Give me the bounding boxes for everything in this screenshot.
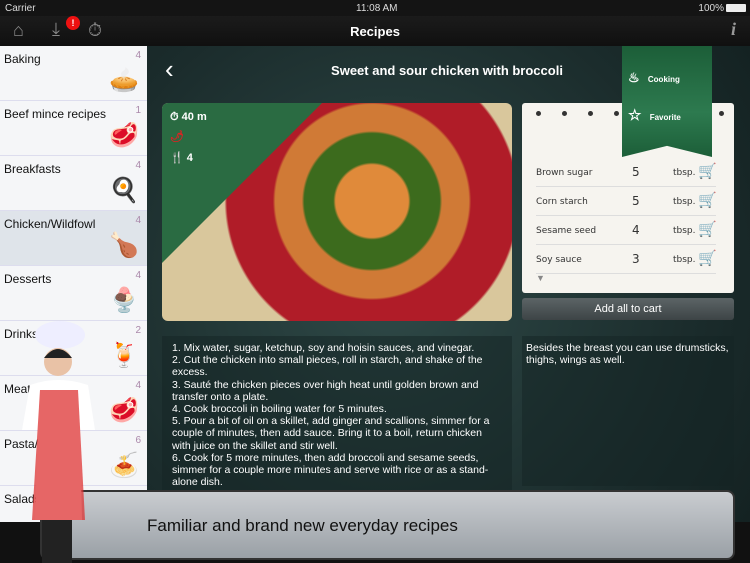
- info-overlay: [162, 103, 322, 263]
- ingredient-qty: 5: [632, 165, 640, 179]
- expand-arrow-icon[interactable]: ▼: [536, 273, 545, 283]
- recipe-step: 2. Cut the chicken into small pieces, ro…: [172, 354, 483, 379]
- ingredient-name: Soy sauce: [536, 255, 582, 265]
- category-image-icon: 🍗: [109, 232, 139, 259]
- ribbon-menu: ♨ Cooking ☆ Favorite: [622, 46, 712, 157]
- promo-banner: Familiar and brand new everyday recipes: [40, 490, 735, 560]
- info-icon[interactable]: i: [731, 19, 736, 40]
- carrier: Carrier: [5, 3, 36, 14]
- category-name: Breakfasts: [4, 162, 61, 176]
- favorite-label: Favorite: [649, 113, 681, 122]
- cart-icon[interactable]: 🛒: [698, 162, 717, 180]
- cutlery-icon: 🍴: [170, 152, 184, 164]
- recipe-photo: ⏱ 40 m 🌶 🍴 4: [162, 103, 512, 321]
- category-count: 4: [135, 215, 141, 226]
- category-image-icon: 🥧: [109, 67, 139, 94]
- ingredient-row: Sesame seed 4 tbsp. 🛒: [536, 216, 717, 245]
- ingredient-unit: tbsp.: [673, 226, 696, 236]
- cook-time: 40 m: [181, 111, 207, 123]
- recipe-step: 6. Cook for 5 more minutes, then add bro…: [172, 451, 489, 489]
- pot-icon: ♨: [628, 70, 640, 85]
- category-count: 4: [135, 380, 141, 391]
- back-button[interactable]: ‹: [165, 54, 174, 85]
- ingredient-unit: tbsp.: [673, 197, 696, 207]
- ingredient-name: Corn starch: [536, 197, 588, 207]
- cart-icon[interactable]: 🛒: [698, 249, 717, 267]
- recipe-step: 3. Sauté the chicken pieces over high he…: [172, 378, 479, 403]
- status-bar: Carrier 11:08 AM 100%: [0, 0, 750, 16]
- category-count: 2: [135, 325, 141, 336]
- chef-illustration: [22, 321, 95, 563]
- category-item[interactable]: Breakfasts 4 🍳: [0, 156, 147, 211]
- battery-icon: [726, 4, 746, 12]
- category-count: 1: [135, 105, 141, 116]
- add-all-to-cart-button[interactable]: Add all to cart: [522, 298, 734, 320]
- recipe-steps: 1. Mix water, sugar, ketchup, soy and ho…: [162, 336, 512, 496]
- ingredient-row: Brown sugar 5 tbsp. 🛒: [536, 158, 717, 187]
- category-name: Chicken/Wildfowl: [4, 217, 96, 231]
- servings: 4: [186, 152, 193, 164]
- ingredient-qty: 5: [632, 194, 640, 208]
- cooking-button[interactable]: ♨ Cooking: [628, 70, 680, 86]
- category-item[interactable]: Desserts 4 🍨: [0, 266, 147, 321]
- category-item[interactable]: Beef mince recipes 1 🥩: [0, 101, 147, 156]
- ingredient-qty: 3: [632, 252, 640, 266]
- ingredient-unit: tbsp.: [673, 168, 696, 178]
- ingredient-row: Corn starch 5 tbsp. 🛒: [536, 187, 717, 216]
- ingredient-name: Brown sugar: [536, 168, 593, 178]
- category-count: 4: [135, 270, 141, 281]
- recipe-title: Sweet and sour chicken with broccoli: [331, 63, 563, 78]
- ingredient-qty: 4: [632, 223, 640, 237]
- category-count: 6: [135, 435, 141, 446]
- category-name: Baking: [4, 52, 41, 66]
- cooking-label: Cooking: [647, 75, 680, 84]
- cart-icon[interactable]: 🛒: [698, 220, 717, 238]
- category-image-icon: 🍨: [109, 287, 139, 314]
- page-title: Recipes: [350, 24, 400, 39]
- category-image-icon: 🍳: [109, 177, 139, 204]
- category-image-icon: 🥩: [109, 122, 139, 149]
- timer-icon: ⏱: [170, 111, 179, 123]
- category-name: Beef mince recipes: [4, 107, 107, 121]
- category-count: 4: [135, 50, 141, 61]
- recipe-detail: ‹ Sweet and sour chicken with broccoli ⏱…: [147, 46, 750, 522]
- category-item[interactable]: Chicken/Wildfowl 4 🍗: [0, 211, 147, 266]
- recipe-note: Besides the breast you can use drumstick…: [522, 336, 734, 486]
- nav-bar: ⌂ ⤓ ! ⏱ Recipes i: [0, 16, 750, 46]
- ingredient-name: Sesame seed: [536, 226, 597, 236]
- spicy-icon: 🌶: [170, 131, 184, 143]
- recipe-step: 4. Cook broccoli in boiling water for 5 …: [172, 403, 387, 416]
- cart-icon[interactable]: 🛒: [698, 191, 717, 209]
- ingredient-unit: tbsp.: [673, 255, 696, 265]
- star-icon: ☆: [628, 107, 642, 124]
- category-item[interactable]: Baking 4 🥧: [0, 46, 147, 101]
- recipe-step: 1. Mix water, sugar, ketchup, soy and ho…: [172, 342, 475, 354]
- category-count: 4: [135, 160, 141, 171]
- recipe-step: 5. Pour a bit of oil on a skillet, add g…: [172, 415, 490, 452]
- favorite-button[interactable]: ☆ Favorite: [628, 106, 681, 124]
- clock: 11:08 AM: [356, 3, 398, 14]
- category-name: Desserts: [4, 272, 52, 286]
- battery-level: 100%: [698, 3, 724, 14]
- ingredient-row: Soy sauce 3 tbsp. 🛒: [536, 245, 717, 274]
